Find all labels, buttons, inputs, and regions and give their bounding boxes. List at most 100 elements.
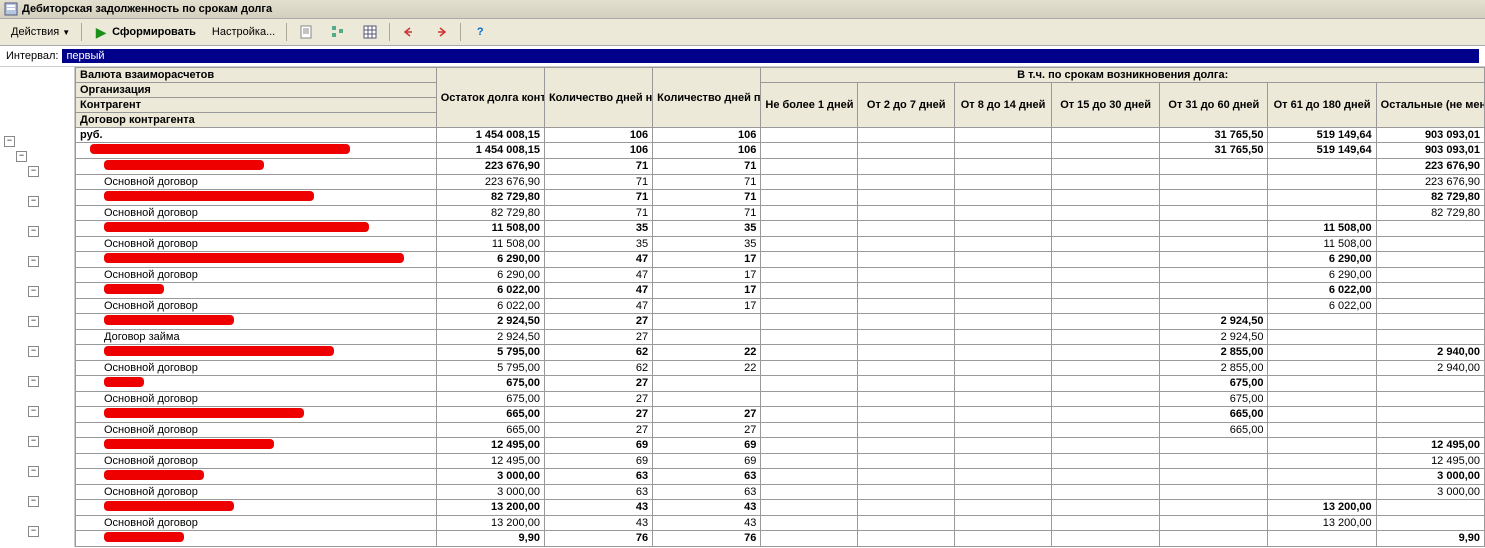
cell-d1: 43 [544, 516, 652, 531]
row-label [76, 345, 437, 361]
table-row[interactable]: 13 200,00434313 200,00 [76, 500, 1485, 516]
table-row[interactable]: Основной договор675,0027675,00 [76, 392, 1485, 407]
cell-d2: 22 [653, 345, 761, 361]
tree-row [0, 359, 74, 374]
cell-s7: 2 940,00 [1376, 361, 1484, 376]
cell-s4 [1052, 206, 1160, 221]
cell-s2 [858, 500, 955, 516]
expand-toggle[interactable]: − [28, 526, 39, 537]
tool-icon-2[interactable] [323, 21, 353, 43]
table-row[interactable]: 11 508,00353511 508,00 [76, 221, 1485, 237]
cell-s4 [1052, 283, 1160, 299]
expand-toggle[interactable]: − [4, 136, 15, 147]
interval-value[interactable]: первый [62, 49, 1479, 63]
help-button[interactable]: ? [465, 21, 495, 43]
table-row[interactable]: Основной договор13 200,00434313 200,00 [76, 516, 1485, 531]
cell-s4 [1052, 143, 1160, 159]
expand-toggle[interactable]: − [28, 376, 39, 387]
redacted-text [104, 470, 204, 480]
table-row[interactable]: 1 454 008,1510610631 765,50519 149,64903… [76, 143, 1485, 159]
expand-toggle[interactable]: − [28, 406, 39, 417]
cell-s1 [761, 531, 858, 547]
table-row[interactable]: Основной договор12 495,00696912 495,00 [76, 454, 1485, 469]
cell-s3 [955, 531, 1052, 547]
expand-toggle[interactable]: − [28, 226, 39, 237]
hdr-s4: От 15 до 30 дней [1052, 83, 1160, 128]
cell-s5: 2 855,00 [1160, 361, 1268, 376]
table-row[interactable]: 223 676,907171223 676,90 [76, 159, 1485, 175]
expand-toggle[interactable]: − [28, 436, 39, 447]
row-label: Договор займа [76, 330, 437, 345]
table-row[interactable]: 3 000,0063633 000,00 [76, 469, 1485, 485]
expand-toggle[interactable]: − [28, 346, 39, 357]
table-row[interactable]: Основной договор11 508,00353511 508,00 [76, 237, 1485, 252]
table-row[interactable]: Основной договор6 290,0047176 290,00 [76, 268, 1485, 283]
cell-s3 [955, 268, 1052, 283]
cell-d2: 17 [653, 268, 761, 283]
table-row[interactable]: руб.1 454 008,1510610631 765,50519 149,6… [76, 128, 1485, 143]
cell-s7: 903 093,01 [1376, 128, 1484, 143]
cell-d1: 27 [544, 314, 652, 330]
cell-s3 [955, 485, 1052, 500]
row-label: Основной договор [76, 268, 437, 283]
table-row[interactable]: 6 290,0047176 290,00 [76, 252, 1485, 268]
cell-s7 [1376, 299, 1484, 314]
expand-toggle[interactable]: − [28, 196, 39, 207]
cell-bal: 82 729,80 [436, 190, 544, 206]
cell-s3 [955, 500, 1052, 516]
table-row[interactable]: Основной договор5 795,0062222 855,002 94… [76, 361, 1485, 376]
cell-s2 [858, 438, 955, 454]
tool-icon-5[interactable] [426, 21, 456, 43]
table-row[interactable]: 5 795,0062222 855,002 940,00 [76, 345, 1485, 361]
expand-toggle[interactable]: − [28, 256, 39, 267]
tool-icon-3[interactable] [355, 21, 385, 43]
expand-toggle[interactable]: − [28, 166, 39, 177]
table-row[interactable]: Основной договор6 022,0047176 022,00 [76, 299, 1485, 314]
table-row[interactable]: 9,9076769,90 [76, 531, 1485, 547]
expand-toggle[interactable]: − [28, 316, 39, 327]
tree-row [0, 179, 74, 194]
form-button[interactable]: ▶ Сформировать [86, 21, 203, 43]
expand-toggle[interactable]: − [28, 496, 39, 507]
expand-toggle[interactable]: − [28, 286, 39, 297]
table-row[interactable]: 82 729,80717182 729,80 [76, 190, 1485, 206]
table-row[interactable]: Основной договор3 000,0063633 000,00 [76, 485, 1485, 500]
redacted-text [104, 284, 164, 294]
cell-s4 [1052, 469, 1160, 485]
table-row[interactable]: 12 495,00696912 495,00 [76, 438, 1485, 454]
tool-icon-4[interactable] [394, 21, 424, 43]
tool-icon-1[interactable] [291, 21, 321, 43]
actions-button[interactable]: Действия ▼ [4, 23, 77, 41]
table-row[interactable]: Договор займа2 924,50272 924,50 [76, 330, 1485, 345]
table-row[interactable]: 675,0027675,00 [76, 376, 1485, 392]
cell-s6: 6 022,00 [1268, 299, 1376, 314]
table-row[interactable]: Основной договор665,002727665,00 [76, 423, 1485, 438]
tree-row: − [0, 344, 74, 359]
cell-s2 [858, 268, 955, 283]
hdr-days-nopay: Количество дней неоплаты [544, 68, 652, 128]
expand-toggle[interactable]: − [16, 151, 27, 162]
cell-s3 [955, 237, 1052, 252]
cell-s5 [1160, 252, 1268, 268]
cell-s6 [1268, 407, 1376, 423]
expand-toggle[interactable]: − [28, 466, 39, 477]
report-area: −−−−−−−−−−−−−−− Валюта взаиморасчетов Ос… [0, 67, 1485, 547]
cell-s5 [1160, 268, 1268, 283]
table-row[interactable]: 2 924,50272 924,50 [76, 314, 1485, 330]
cell-d1: 106 [544, 128, 652, 143]
cell-s6 [1268, 485, 1376, 500]
cell-s2 [858, 299, 955, 314]
table-row[interactable]: Основной договор223 676,907171223 676,90 [76, 175, 1485, 190]
redacted-text [104, 377, 144, 387]
cell-s2 [858, 376, 955, 392]
table-row[interactable]: Основной договор82 729,80717182 729,80 [76, 206, 1485, 221]
settings-button[interactable]: Настройка... [205, 23, 282, 41]
cell-s6: 11 508,00 [1268, 221, 1376, 237]
cell-s7: 3 000,00 [1376, 485, 1484, 500]
cell-s7 [1376, 268, 1484, 283]
cell-s3 [955, 392, 1052, 407]
table-row[interactable]: 665,002727665,00 [76, 407, 1485, 423]
cell-d1: 35 [544, 221, 652, 237]
cell-s7 [1376, 516, 1484, 531]
table-row[interactable]: 6 022,0047176 022,00 [76, 283, 1485, 299]
